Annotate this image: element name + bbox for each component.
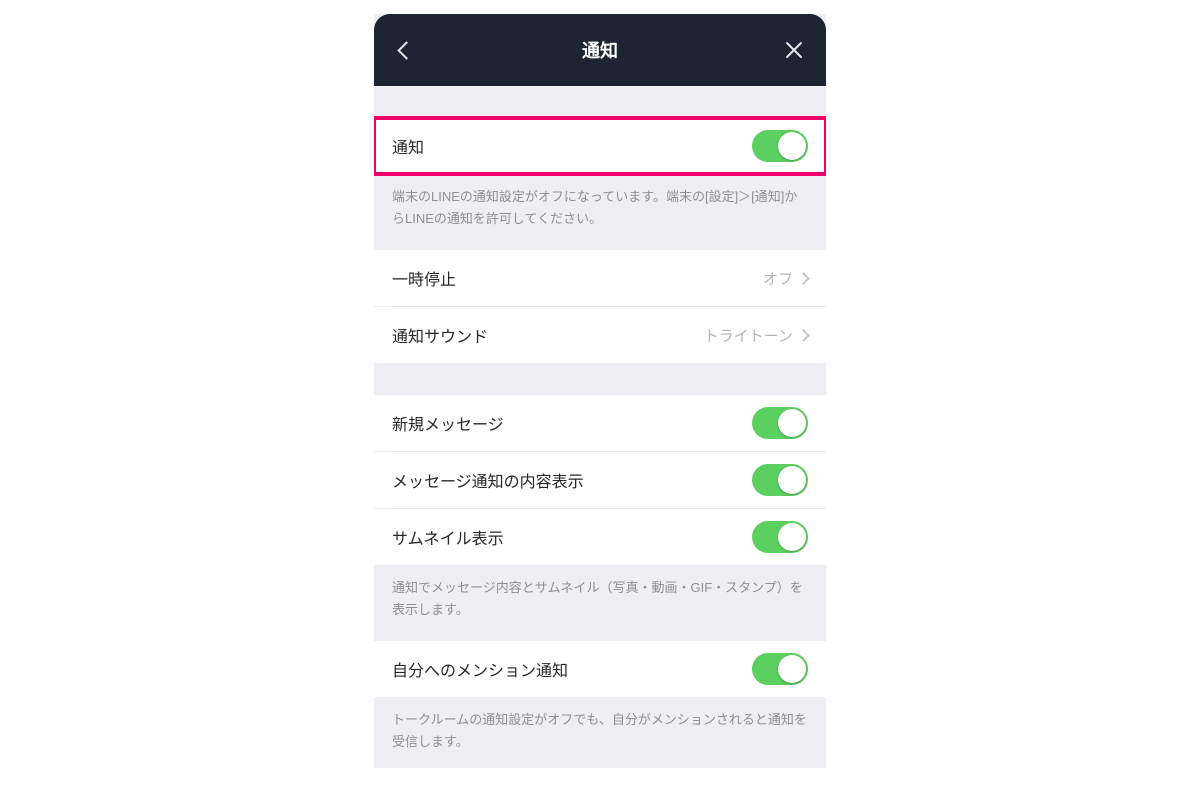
row-label: 一時停止: [392, 266, 456, 290]
helper-notifications: 端末のLINEの通知設定がオフになっています。端末の[設定]＞[通知]からLIN…: [374, 174, 826, 250]
toggle-knob: [778, 466, 806, 494]
helper-thumbnail: 通知でメッセージ内容とサムネイル（写真・動画・GIF・スタンプ）を表示します。: [374, 565, 826, 641]
row-preview: メッセージ通知の内容表示: [374, 452, 826, 508]
nav-title: 通知: [582, 37, 618, 63]
close-icon: [783, 39, 805, 61]
toggle-notifications[interactable]: [752, 130, 808, 162]
toggle-knob: [778, 132, 806, 160]
row-value-container: トライトーン: [704, 325, 808, 346]
row-label: 通知サウンド: [392, 323, 488, 347]
chevron-right-icon: [797, 272, 810, 285]
row-label: 通知: [392, 134, 424, 158]
toggle-knob: [778, 523, 806, 551]
toggle-knob: [778, 409, 806, 437]
row-label: サムネイル表示: [392, 525, 504, 549]
row-new-message: 新規メッセージ: [374, 395, 826, 451]
row-value: トライトーン: [704, 325, 793, 346]
back-button[interactable]: [392, 36, 420, 64]
chevron-right-icon: [797, 329, 810, 342]
row-thumbnail: サムネイル表示: [374, 509, 826, 565]
row-value: オフ: [763, 268, 793, 289]
toggle-knob: [778, 655, 806, 683]
toggle-preview[interactable]: [752, 464, 808, 496]
section-gap: [374, 86, 826, 118]
section-gap: [374, 363, 826, 395]
toggle-new-message[interactable]: [752, 407, 808, 439]
row-pause[interactable]: 一時停止 オフ: [374, 250, 826, 306]
row-sound[interactable]: 通知サウンド トライトーン: [374, 307, 826, 363]
toggle-thumbnail[interactable]: [752, 521, 808, 553]
helper-mention: トークルームの通知設定がオフでも、自分がメンションされると通知を受信します。: [374, 697, 826, 767]
row-mention: 自分へのメンション通知: [374, 641, 826, 697]
chevron-left-icon: [397, 41, 415, 59]
settings-screen: 通知 通知 端末のLINEの通知設定がオフになっています。端末の[設定]＞[通知…: [374, 14, 826, 768]
row-notifications: 通知: [374, 118, 826, 174]
row-label: メッセージ通知の内容表示: [392, 468, 584, 492]
toggle-mention[interactable]: [752, 653, 808, 685]
nav-bar: 通知: [374, 14, 826, 86]
close-button[interactable]: [780, 36, 808, 64]
row-label: 新規メッセージ: [392, 411, 504, 435]
row-label: 自分へのメンション通知: [392, 657, 568, 681]
row-value-container: オフ: [763, 268, 808, 289]
